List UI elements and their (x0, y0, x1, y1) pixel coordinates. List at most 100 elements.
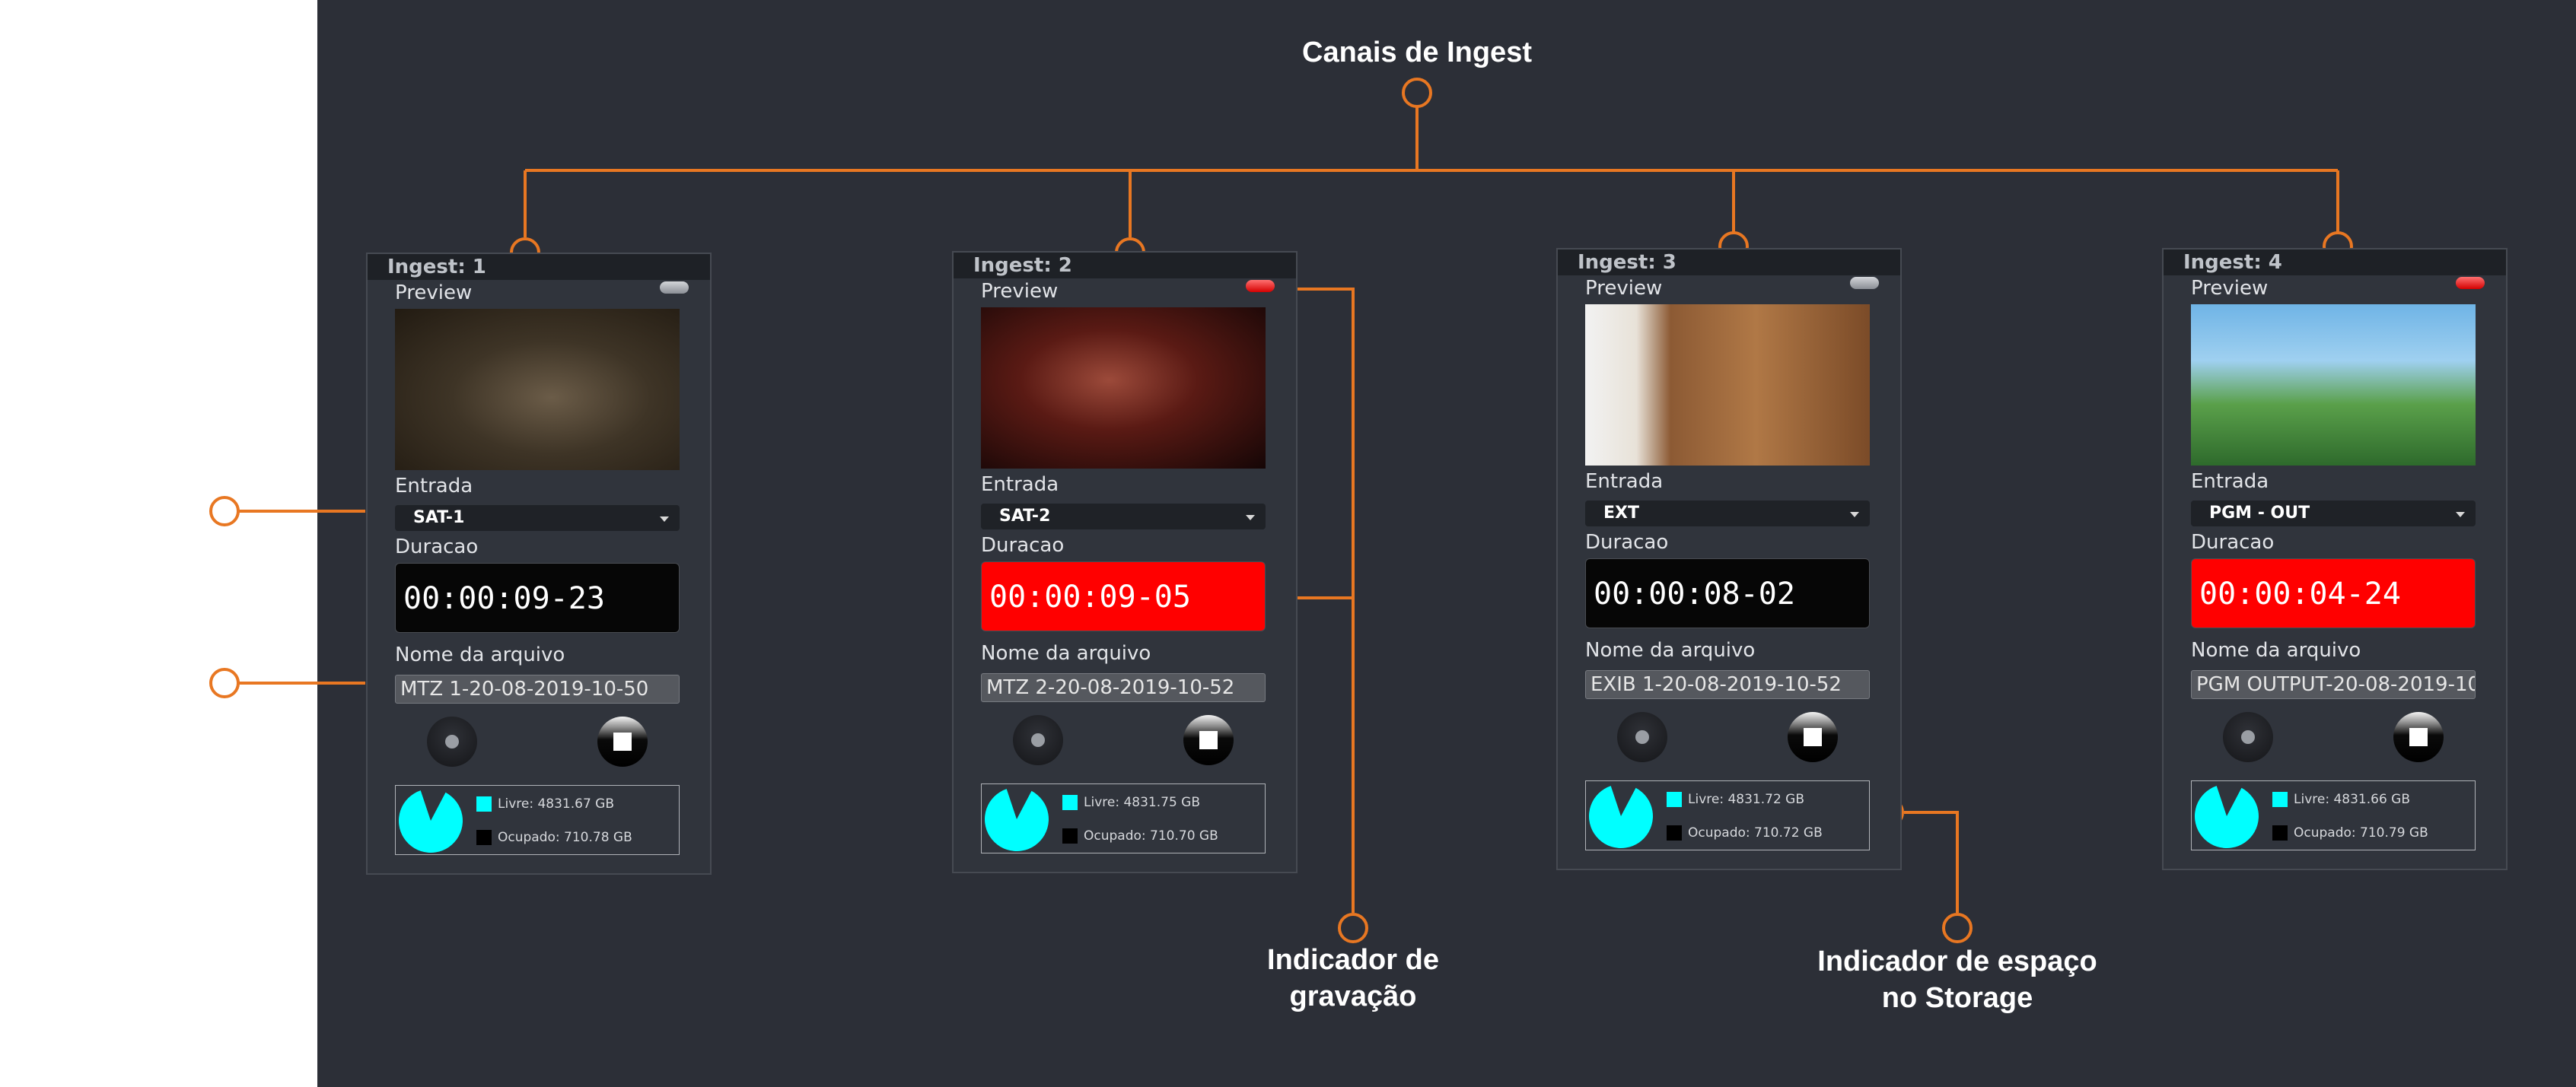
ingest-panel-4: Ingest: 4 Preview Entrada PGM - OUT Dura… (2162, 248, 2508, 870)
input-label: Entrada (981, 473, 1059, 496)
pie-chart-icon (1589, 786, 1654, 848)
preview-video (981, 307, 1266, 469)
stop-icon (2409, 728, 2428, 746)
record-button[interactable] (1013, 715, 1063, 765)
annotation-line: Indicador de espaço (1817, 946, 2097, 977)
filename-label: Nome da arquivo (395, 644, 565, 666)
input-select-value: EXT (1603, 504, 1639, 523)
duration-timer: 00:00:09-23 (395, 563, 680, 633)
input-label: Entrada (2191, 470, 2269, 493)
panel-header: Ingest: 2 (954, 253, 1296, 278)
preview-label: Preview (1585, 277, 1663, 300)
record-button[interactable] (2223, 712, 2273, 762)
pie-chart-icon (985, 789, 1049, 851)
record-icon (1635, 730, 1649, 744)
filename-label: Nome da arquivo (981, 642, 1151, 665)
annotation-line: gravação (1289, 981, 1417, 1012)
duration-label: Duracao (1585, 531, 1669, 554)
ingest-panel-3: Ingest: 3 Preview Entrada EXT Duracao 00… (1556, 248, 1902, 870)
input-select[interactable]: EXT (1585, 501, 1870, 526)
record-icon (445, 735, 459, 749)
stop-button[interactable] (1183, 715, 1234, 765)
input-select[interactable]: PGM - OUT (2191, 501, 2476, 526)
storage-free-text: Livre: 4831.75 GB (1084, 795, 1200, 810)
storage-indicator: Livre: 4831.72 GB Ocupado: 710.72 GB (1585, 780, 1870, 850)
storage-free-text: Livre: 4831.67 GB (498, 796, 614, 812)
input-label: Entrada (1585, 470, 1664, 493)
input-select-value: SAT-1 (413, 508, 465, 527)
stop-button[interactable] (2393, 712, 2444, 762)
input-label: Entrada (395, 475, 473, 497)
stop-button[interactable] (1788, 712, 1838, 762)
legend-free-swatch (476, 796, 492, 812)
storage-indicator: Livre: 4831.75 GB Ocupado: 710.70 GB (981, 783, 1266, 853)
pie-chart-icon (2195, 786, 2259, 848)
ingest-panel-1: Ingest: 1 Preview Entrada SAT-1 Duracao … (366, 253, 712, 875)
filename-label: Nome da arquivo (1585, 639, 1756, 662)
pie-chart-icon (399, 790, 463, 853)
record-button[interactable] (1617, 712, 1667, 762)
chevron-down-icon (1246, 515, 1255, 520)
record-icon (1031, 733, 1045, 747)
panel-header: Ingest: 3 (1558, 250, 1900, 275)
filename-field[interactable]: MTZ 1-20-08-2019-10-50 (395, 675, 680, 704)
legend-free-swatch (1062, 795, 1078, 810)
filename-field[interactable]: EXIB 1-20-08-2019-10-52 (1585, 670, 1870, 699)
ingest-panel-2: Ingest: 2 Preview Entrada SAT-2 Duracao … (952, 251, 1298, 873)
recording-led-indicator (2456, 277, 2485, 289)
storage-indicator: Livre: 4831.66 GB Ocupado: 710.79 GB (2191, 780, 2476, 850)
annotation-line: Indicador de (1267, 944, 1439, 976)
stop-icon (1199, 731, 1218, 749)
stop-icon (1804, 728, 1822, 746)
chevron-down-icon (660, 516, 669, 522)
record-button[interactable] (427, 717, 477, 767)
preview-label: Preview (2191, 277, 2269, 300)
chevron-down-icon (1850, 512, 1859, 517)
duration-label: Duracao (981, 534, 1065, 557)
duration-timer: 00:00:04-24 (2191, 558, 2476, 628)
recording-led-indicator (1850, 277, 1879, 289)
input-select-value: PGM - OUT (2209, 504, 2310, 523)
input-select-value: SAT-2 (999, 507, 1051, 526)
stop-icon (613, 733, 632, 751)
annotation-indicador-gravacao: Indicador de gravação (1201, 942, 1505, 1015)
duration-timer: 00:00:09-05 (981, 561, 1266, 631)
duration-timer: 00:00:08-02 (1585, 558, 1870, 628)
preview-video (1585, 304, 1870, 466)
legend-used-swatch (1667, 825, 1682, 841)
input-select[interactable]: SAT-1 (395, 505, 680, 531)
duration-label: Duracao (395, 536, 479, 558)
recording-led-indicator (660, 281, 689, 294)
legend-used-swatch (1062, 828, 1078, 844)
filename-field[interactable]: MTZ 2-20-08-2019-10-52 (981, 673, 1266, 702)
filename-label: Nome da arquivo (2191, 639, 2361, 662)
recording-led-indicator (1246, 280, 1275, 292)
annotation-nome-arquivo: Nome arquivo (0, 665, 193, 697)
storage-used-text: Ocupado: 710.78 GB (498, 830, 632, 845)
preview-video (2191, 304, 2476, 466)
annotation-sinal: Sinal (119, 493, 188, 525)
legend-free-swatch (1667, 792, 1682, 807)
chevron-down-icon (2456, 512, 2465, 517)
legend-used-swatch (2272, 825, 2288, 841)
storage-used-text: Ocupado: 710.72 GB (1688, 825, 1823, 841)
storage-used-text: Ocupado: 710.70 GB (1084, 828, 1218, 844)
preview-label: Preview (395, 281, 473, 304)
annotation-line: no Storage (1881, 982, 2033, 1014)
panel-header: Ingest: 1 (368, 254, 710, 280)
preview-video (395, 309, 680, 470)
storage-free-text: Livre: 4831.72 GB (1688, 792, 1804, 807)
input-select[interactable]: SAT-2 (981, 504, 1266, 529)
panel-header: Ingest: 4 (2164, 250, 2506, 275)
storage-free-text: Livre: 4831.66 GB (2294, 792, 2410, 807)
storage-used-text: Ocupado: 710.79 GB (2294, 825, 2428, 841)
legend-used-swatch (476, 830, 492, 845)
diagram-title: Canais de Ingest (1302, 37, 1532, 68)
preview-label: Preview (981, 280, 1059, 303)
filename-field[interactable]: PGM OUTPUT-20-08-2019-10 (2191, 670, 2476, 699)
annotation-indicador-espaco: Indicador de espaço no Storage (1767, 943, 2148, 1016)
legend-free-swatch (2272, 792, 2288, 807)
stop-button[interactable] (597, 717, 648, 767)
duration-label: Duracao (2191, 531, 2275, 554)
storage-indicator: Livre: 4831.67 GB Ocupado: 710.78 GB (395, 785, 680, 855)
